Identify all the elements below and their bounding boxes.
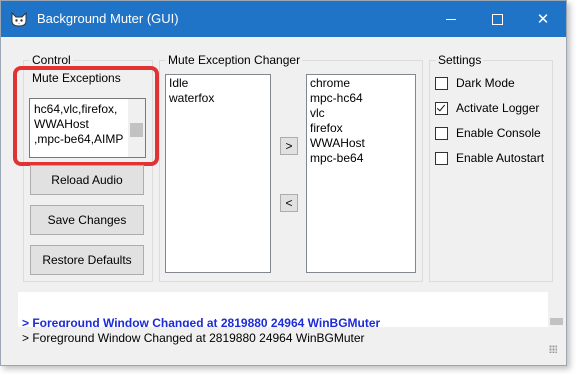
enable-autostart-checkbox[interactable] <box>435 151 448 165</box>
status-text: > Foreground Window Changed at 2819880 2… <box>22 331 365 345</box>
activate-logger-option[interactable]: Activate Logger <box>435 101 539 115</box>
app-window: Background Muter (GUI) ✕ Control Mute Ex… <box>0 0 567 366</box>
close-button[interactable]: ✕ <box>520 1 566 37</box>
move-left-button[interactable]: < <box>280 194 298 212</box>
title-bar[interactable]: Background Muter (GUI) ✕ <box>1 1 566 37</box>
minimize-button[interactable] <box>428 1 474 37</box>
enable-console-label: Enable Console <box>456 126 541 140</box>
move-right-button[interactable]: > <box>280 137 298 155</box>
list-item[interactable]: mpc-hc64 <box>310 91 412 106</box>
enable-autostart-option[interactable]: Enable Autostart <box>435 151 544 165</box>
list-item[interactable]: Idle <box>169 76 267 91</box>
restore-defaults-button[interactable]: Restore Defaults <box>30 245 144 275</box>
list-item[interactable]: firefox <box>310 121 412 136</box>
settings-group <box>429 60 553 282</box>
control-group-label: Control <box>30 53 73 67</box>
log-scroll-thumb[interactable] <box>550 318 563 325</box>
highlight-annotation <box>13 66 159 166</box>
list-item[interactable]: chrome <box>310 76 412 91</box>
available-apps-list[interactable]: Idle waterfox <box>165 74 271 273</box>
activate-logger-checkbox[interactable] <box>435 101 448 115</box>
log-output[interactable]: > Foreground Window Changed at 2819880 2… <box>18 292 565 327</box>
dark-mode-checkbox[interactable] <box>435 76 448 90</box>
maximize-button[interactable] <box>474 1 520 37</box>
changer-group-label: Mute Exception Changer <box>166 53 303 67</box>
list-item[interactable]: waterfox <box>169 91 267 106</box>
window-title: Background Muter (GUI) <box>37 11 179 26</box>
list-item[interactable]: WWAHost <box>310 136 412 151</box>
enable-console-option[interactable]: Enable Console <box>435 126 541 140</box>
maximize-icon <box>491 13 503 25</box>
resize-grip-icon[interactable] <box>549 345 557 353</box>
enable-console-checkbox[interactable] <box>435 126 448 140</box>
exception-apps-list[interactable]: chrome mpc-hc64 vlc firefox WWAHost mpc-… <box>306 74 416 273</box>
dark-mode-label: Dark Mode <box>456 76 515 90</box>
settings-group-label: Settings <box>436 53 484 67</box>
close-icon: ✕ <box>536 10 550 28</box>
enable-autostart-label: Enable Autostart <box>456 151 545 165</box>
cat-icon <box>11 11 27 27</box>
save-changes-button[interactable]: Save Changes <box>30 205 144 235</box>
dark-mode-option[interactable]: Dark Mode <box>435 76 515 90</box>
reload-audio-button[interactable]: Reload Audio <box>30 165 144 195</box>
log-scrollbar[interactable] <box>548 292 565 327</box>
minimize-icon <box>446 18 456 20</box>
status-bar: > Foreground Window Changed at 2819880 2… <box>18 327 565 357</box>
activate-logger-label: Activate Logger <box>456 101 540 115</box>
log-line: > Foreground Window Changed at 2819880 2… <box>22 316 381 327</box>
list-item[interactable]: vlc <box>310 106 412 121</box>
list-item[interactable]: mpc-be64 <box>310 151 412 166</box>
